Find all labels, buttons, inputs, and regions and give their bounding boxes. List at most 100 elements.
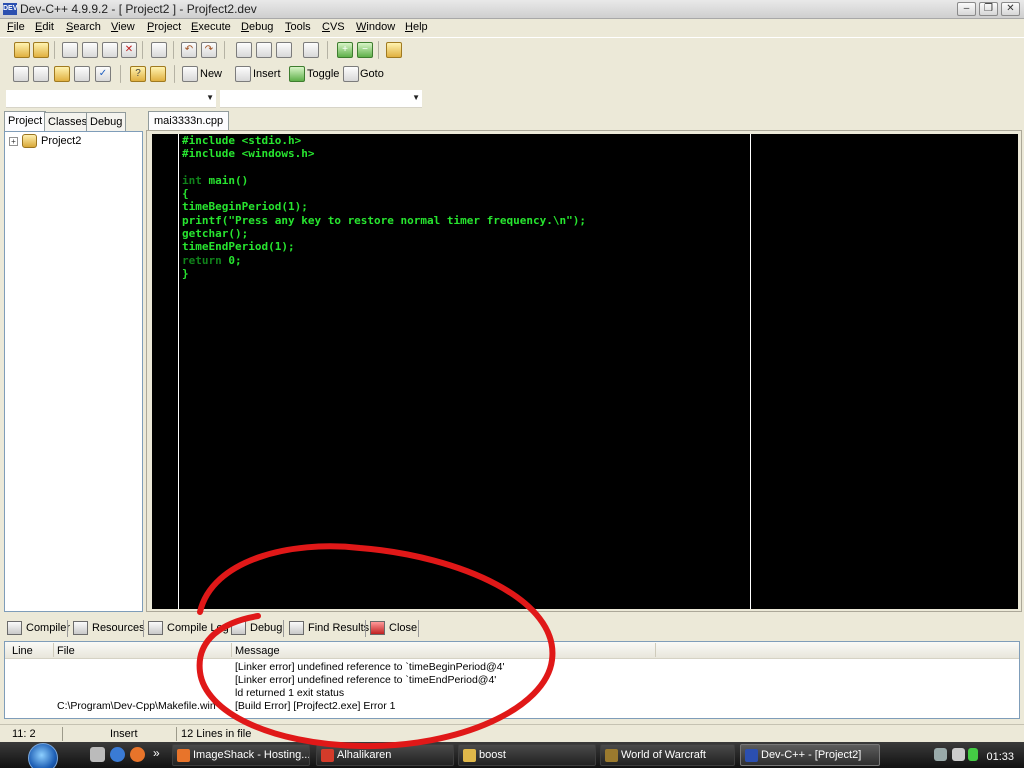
goto-line-icon[interactable] [303,42,319,58]
tab-close[interactable]: Close [370,618,418,639]
redo-icon[interactable]: ↷ [201,42,217,58]
menu-debug[interactable]: Debug [241,21,273,33]
volume-icon[interactable] [952,748,965,761]
project-new-icon[interactable] [14,42,30,58]
column-header-file[interactable]: File [57,645,75,657]
class-select[interactable]: ▼ [6,90,216,108]
steam-icon[interactable] [90,747,105,762]
save-all-icon[interactable] [102,42,118,58]
tab-compile-log[interactable]: Compile Log [148,618,229,639]
insert-button-label[interactable]: Insert [253,68,281,80]
code-text[interactable]: #include <stdio.h> #include <windows.h> in… [182,134,586,280]
firefox-icon[interactable] [130,747,145,762]
code-line[interactable]: printf("Press any key to restore normal … [182,214,586,227]
tab-editor-file[interactable]: mai3333n.cpp [148,111,230,131]
clock[interactable]: 01:33 [986,751,1014,763]
rebuild-all-icon[interactable] [74,66,90,82]
menu-accelerator: C [322,21,330,33]
tree-item-project[interactable]: Project2 [41,135,81,147]
taskbar-button[interactable]: boost [458,744,596,766]
run-icon[interactable] [33,66,49,82]
undo-icon[interactable]: ↶ [181,42,197,58]
goto-bookmark-icon[interactable] [343,66,359,82]
table-row[interactable]: C:\Program\Dev-Cpp\Makefile.win [Build Er… [5,700,1019,713]
code-line[interactable]: int main() [182,174,586,187]
menu-tools[interactable]: Tools [285,21,311,33]
project-options-icon[interactable] [386,42,402,58]
code-line[interactable]: return 0; [182,254,586,267]
open-project-icon[interactable] [33,42,49,58]
tab-debug[interactable]: Debug [86,112,127,131]
show-more-icon[interactable]: » [153,746,160,760]
tab-label: Compile Log [167,622,229,634]
taskbar-button[interactable]: ImageShack - Hosting... [172,744,310,766]
menu-project[interactable]: Project [147,21,181,33]
compile-run-icon[interactable] [54,66,70,82]
menu-search[interactable]: Search [66,21,101,33]
column-divider[interactable] [231,643,232,657]
tab-classes[interactable]: Classes [44,112,92,131]
taskbar: » ImageShack - Hosting... Alhalikaren boos… [0,742,1024,768]
menu-view[interactable]: View [111,21,135,33]
code-line[interactable]: } [182,267,586,280]
tree-expand-icon[interactable]: + [9,137,18,146]
code-line[interactable]: { [182,187,586,200]
tab-find-results[interactable]: Find Results [289,618,369,639]
tab-project[interactable]: Project [4,111,47,132]
find-icon[interactable] [236,42,252,58]
menu-help[interactable]: Help [405,21,428,33]
remove-from-project-icon[interactable]: − [357,42,373,58]
new-class-icon[interactable] [182,66,198,82]
column-divider[interactable] [53,643,54,657]
help-icon[interactable]: ? [130,66,146,82]
column-header-message[interactable]: Message [235,645,280,657]
taskbar-button[interactable]: Dev-C++ - [Project2] [740,744,880,766]
menu-cvs[interactable]: CVS [322,21,345,33]
ie-icon[interactable] [110,747,125,762]
start-button[interactable] [28,743,58,768]
about-icon[interactable] [150,66,166,82]
taskbar-button[interactable]: World of Warcraft [600,744,735,766]
taskbar-button[interactable]: Alhalikaren [316,744,454,766]
insert-icon[interactable] [235,66,251,82]
save-icon[interactable] [82,42,98,58]
table-row[interactable]: [Linker error] undefined reference to `t… [5,661,1019,674]
battery-icon[interactable] [968,748,978,761]
tab-compiler[interactable]: Compiler [7,618,70,639]
close-file-icon[interactable]: ✕ [121,42,137,58]
close-window-button[interactable]: ✕ [1001,2,1020,16]
menu-execute[interactable]: Execute [191,21,231,33]
toggle-button-label[interactable]: Toggle [307,68,339,80]
code-line[interactable]: timeEndPeriod(1); [182,240,586,253]
column-divider[interactable] [655,643,656,657]
code-editor[interactable]: #include <stdio.h> #include <windows.h> in… [152,134,1018,609]
member-select[interactable]: ▼ [220,90,422,108]
print-icon[interactable] [151,42,167,58]
goto-button-label[interactable]: Goto [360,68,384,80]
new-file-icon[interactable] [62,42,78,58]
code-line[interactable]: timeBeginPeriod(1); [182,200,586,213]
code-line[interactable]: #include <windows.h> [182,147,586,160]
task-app-icon [321,749,334,762]
minimize-button[interactable]: – [957,2,976,16]
code-line[interactable]: #include <stdio.h> [182,134,586,147]
restore-button[interactable]: ❐ [979,2,998,16]
new-button-label[interactable]: New [200,68,222,80]
menu-file[interactable]: File [7,21,25,33]
menu-window[interactable]: Window [356,21,395,33]
tab-debug-output[interactable]: Debug [231,618,283,639]
table-row[interactable]: [Linker error] undefined reference to `t… [5,674,1019,687]
find-next-icon[interactable] [276,42,292,58]
column-header-line[interactable]: Line [12,645,33,657]
replace-icon[interactable] [256,42,272,58]
code-line[interactable]: getchar(); [182,227,586,240]
toggle-bookmark-icon[interactable] [289,66,305,82]
network-icon[interactable] [934,748,947,761]
check-syntax-icon[interactable]: ✓ [95,66,111,82]
code-line[interactable] [182,161,586,174]
compile-icon[interactable] [13,66,29,82]
menu-edit[interactable]: Edit [35,21,54,33]
table-row[interactable]: ld returned 1 exit status [5,687,1019,700]
add-to-project-icon[interactable]: + [337,42,353,58]
tab-resources[interactable]: Resources [73,618,145,639]
